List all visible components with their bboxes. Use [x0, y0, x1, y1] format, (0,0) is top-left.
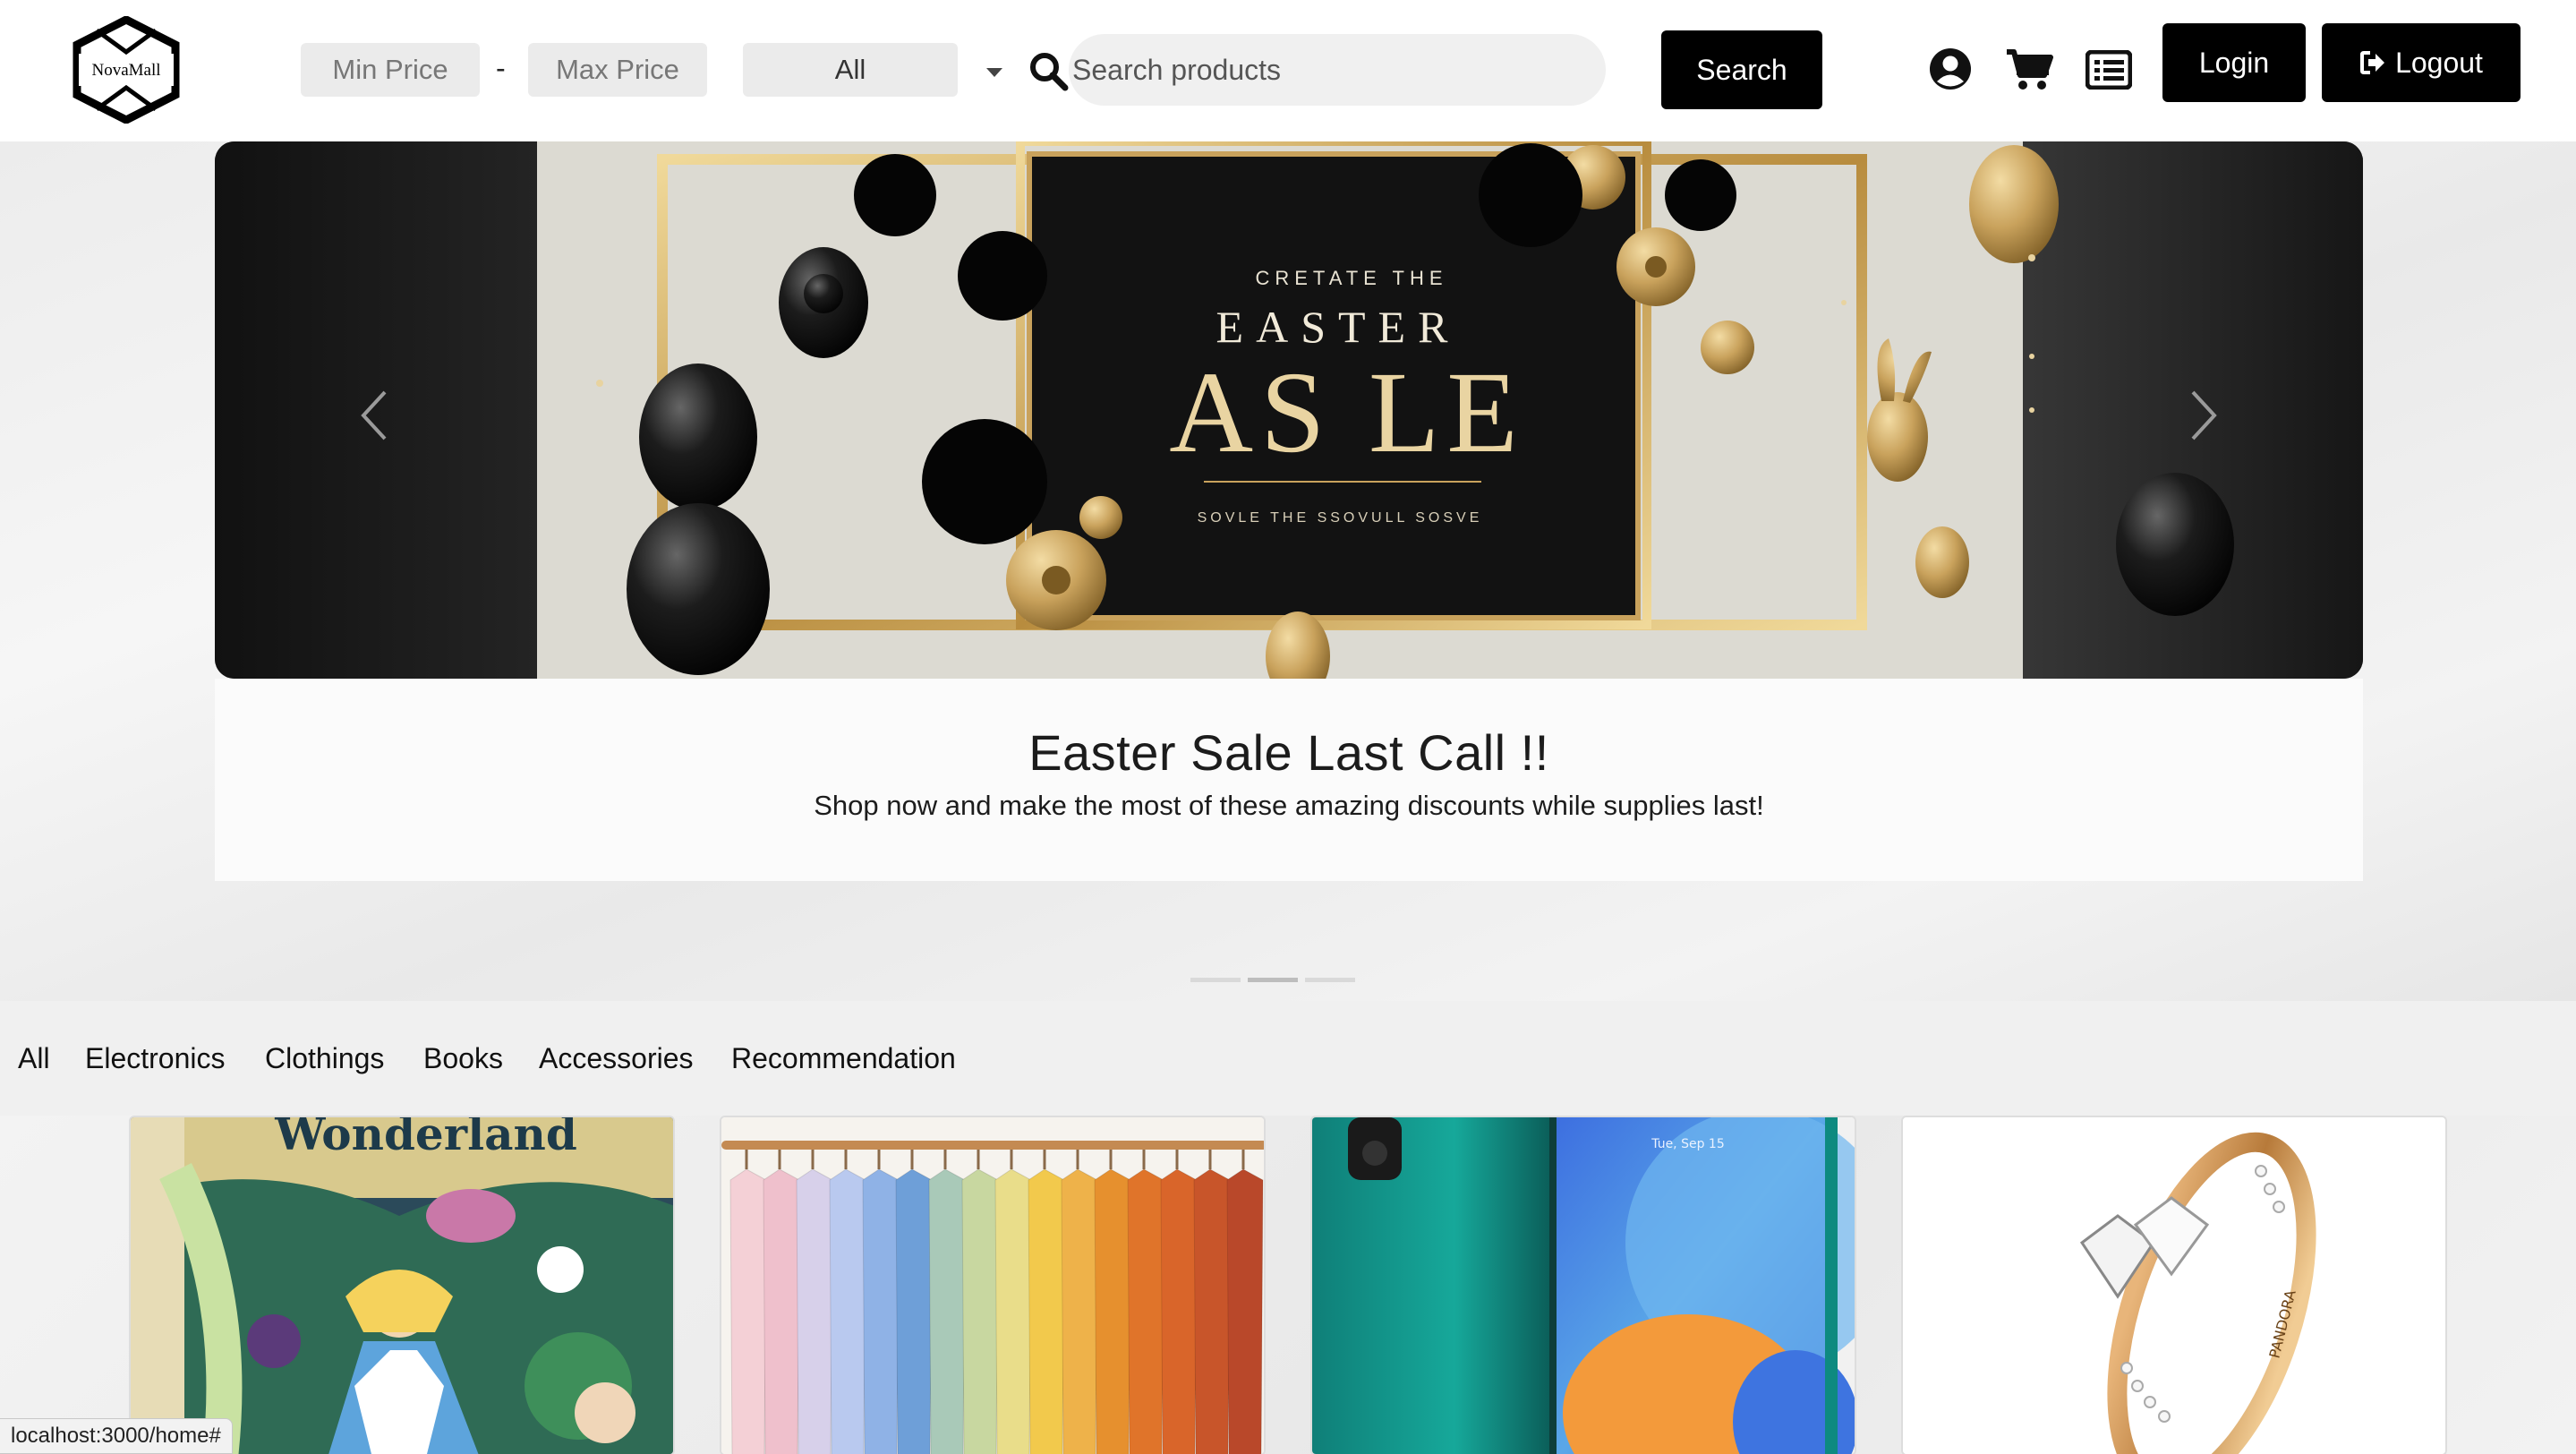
- logout-button-label: Logout: [2395, 46, 2483, 79]
- product-card[interactable]: [720, 1116, 1266, 1454]
- easter-banner-image: CRETATE THE EASTER AS LE SOVLE THE SSOVU…: [215, 141, 2363, 679]
- carousel-prev-icon[interactable]: [358, 389, 390, 442]
- tab-accessories[interactable]: Accessories: [539, 1042, 694, 1075]
- novamall-logo[interactable]: NovaMall: [70, 16, 183, 124]
- carousel-indicator-active[interactable]: [1248, 978, 1298, 982]
- product-card[interactable]: Tue, Sep 15: [1310, 1116, 1856, 1454]
- tab-electronics[interactable]: Electronics: [85, 1042, 226, 1075]
- svg-text:NovaMall: NovaMall: [91, 61, 160, 80]
- search-button-label: Search: [1696, 53, 1787, 86]
- tab-books[interactable]: Books: [423, 1042, 503, 1075]
- carousel-caption: Easter Sale Last Call !! Shop now and ma…: [215, 679, 2363, 881]
- smartphone-image: Tue, Sep 15: [1312, 1117, 1855, 1454]
- carousel-indicators: [1190, 978, 1355, 982]
- carousel-banner[interactable]: CRETATE THE EASTER AS LE SOVLE THE SSOVU…: [215, 141, 2363, 679]
- category-select[interactable]: All: [743, 43, 958, 97]
- category-select-value: All: [834, 54, 866, 85]
- gold-ring-image: PANDORA: [1903, 1117, 2445, 1454]
- product-card[interactable]: PANDORA: [1901, 1116, 2447, 1454]
- browser-status-bar: localhost:3000/home#: [0, 1418, 233, 1454]
- caption-title: Easter Sale Last Call !!: [1028, 724, 1549, 781]
- svg-text:AS LE: AS LE: [1169, 348, 1525, 477]
- svg-text:SOVLE THE SSOVULL SOSVE: SOVLE THE SSOVULL SOSVE: [1198, 510, 1483, 526]
- product-card[interactable]: Wonderland: [129, 1116, 675, 1454]
- carousel-indicator[interactable]: [1190, 978, 1241, 982]
- login-button-label: Login: [2198, 46, 2270, 79]
- tab-all[interactable]: All: [18, 1042, 50, 1075]
- carousel-next-icon[interactable]: [2188, 389, 2220, 442]
- user-circle-icon[interactable]: [1928, 47, 1973, 91]
- category-tabs: [0, 1001, 2576, 1116]
- chevron-down-icon[interactable]: [986, 68, 1002, 77]
- shopping-cart-icon[interactable]: [2005, 48, 2053, 91]
- svg-text:Wonderland: Wonderland: [274, 1117, 577, 1160]
- order-list-icon[interactable]: [2086, 50, 2132, 90]
- svg-text:CRETATE THE: CRETATE THE: [1255, 267, 1447, 289]
- search-input[interactable]: [1069, 34, 1606, 106]
- max-price-input[interactable]: [528, 43, 707, 97]
- caption-text: Shop now and make the most of these amaz…: [814, 790, 1764, 821]
- tab-recommendation[interactable]: Recommendation: [731, 1042, 956, 1075]
- sign-out-icon: [2360, 51, 2385, 74]
- search-icon: [1030, 53, 1069, 91]
- min-price-input[interactable]: [301, 43, 480, 97]
- search-button[interactable]: Search: [1661, 30, 1822, 109]
- login-button[interactable]: Login: [2162, 23, 2306, 102]
- svg-text:EASTER: EASTER: [1216, 302, 1461, 352]
- carousel-indicator[interactable]: [1305, 978, 1355, 982]
- price-separator: -: [496, 52, 506, 84]
- svg-text:Tue, Sep 15: Tue, Sep 15: [1651, 1137, 1724, 1151]
- logout-button[interactable]: Logout: [2322, 23, 2521, 102]
- clothing-rack-image: [721, 1117, 1264, 1454]
- alice-book-image: Wonderland: [131, 1117, 673, 1454]
- top-navbar: NovaMall - All Search Login Logout: [0, 0, 2576, 141]
- tab-clothings[interactable]: Clothings: [265, 1042, 384, 1075]
